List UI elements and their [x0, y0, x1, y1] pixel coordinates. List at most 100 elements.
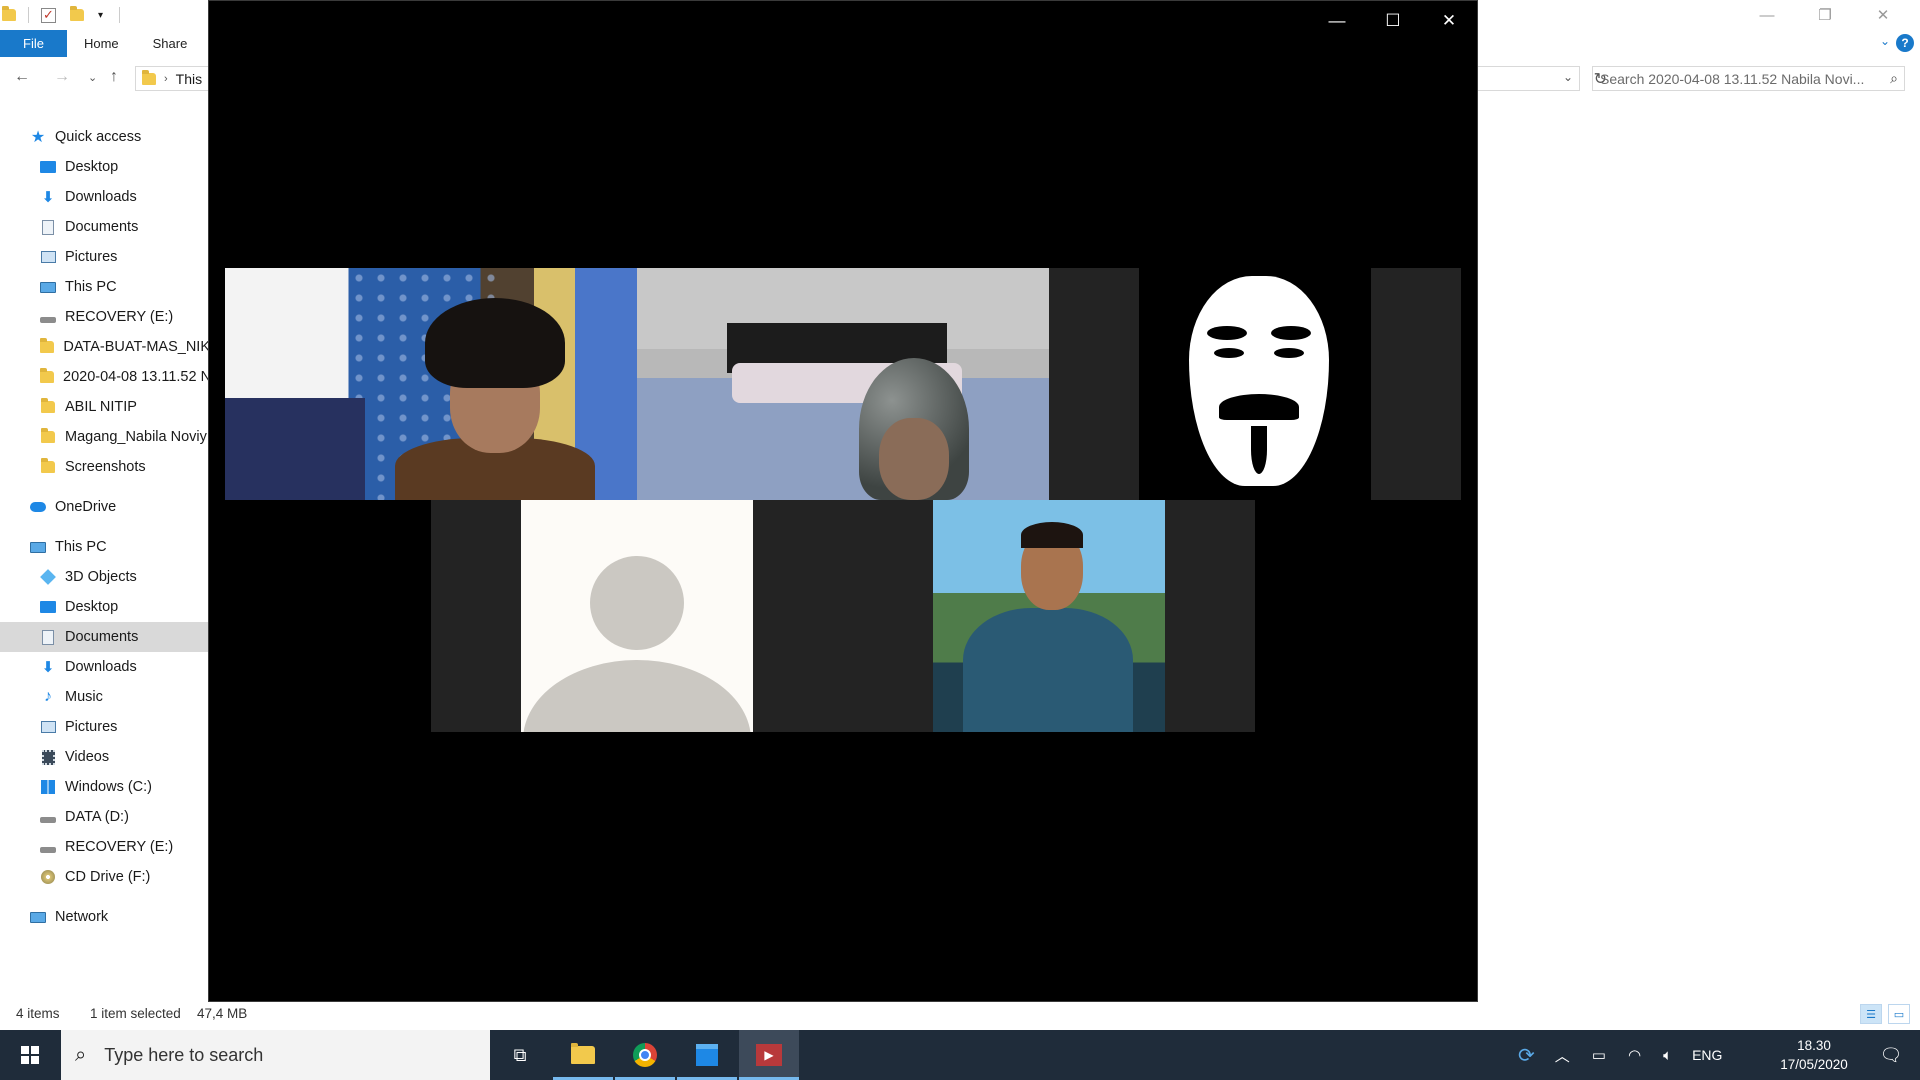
start-button[interactable]	[0, 1030, 60, 1080]
minimize-icon[interactable]: —	[1309, 1, 1365, 41]
video-tile-participant-2	[637, 268, 1049, 500]
sidebar-item-network[interactable]: Network	[0, 902, 210, 932]
sidebar-item-documents[interactable]: Documents	[0, 212, 210, 242]
sidebar-item-label: Screenshots	[65, 459, 146, 475]
sidebar-item-this-pc[interactable]: This PC	[0, 272, 210, 302]
task-view-icon[interactable]: ⧉	[490, 1030, 550, 1080]
sidebar-item-folder[interactable]: 2020-04-08 13.11.52 N	[0, 362, 211, 392]
language-indicator[interactable]: ENG	[1692, 1047, 1722, 1063]
sidebar-item-downloads[interactable]: ⬇ Downloads	[0, 182, 210, 212]
sidebar-item-data-d[interactable]: DATA (D:)	[0, 802, 210, 832]
large-icons-view-icon[interactable]: ▭	[1888, 1004, 1910, 1024]
sidebar-item-videos[interactable]: Videos	[0, 742, 210, 772]
drive-icon	[40, 310, 56, 324]
close-icon[interactable]: ✕	[1854, 0, 1912, 30]
sidebar-item-label: Documents	[65, 219, 139, 235]
battery-icon[interactable]: ▭	[1592, 1046, 1606, 1064]
chrome-taskbar-icon[interactable]	[615, 1030, 675, 1080]
tab-file[interactable]: File	[0, 30, 67, 57]
file-explorer-taskbar-icon[interactable]	[553, 1030, 613, 1080]
sidebar-item-music[interactable]: ♪ Music	[0, 682, 210, 712]
sidebar-item-folder[interactable]: Screenshots	[0, 452, 210, 482]
pictures-icon	[40, 720, 56, 734]
sidebar-item-label: Windows (C:)	[65, 779, 153, 795]
sidebar-item-cd-drive[interactable]: CD Drive (F:)	[0, 862, 210, 892]
guy-fawkes-mask-avatar	[1189, 276, 1329, 486]
clock-time: 18.30	[1797, 1038, 1831, 1053]
expand-ribbon-icon[interactable]: ⌄	[1880, 34, 1890, 48]
document-icon	[40, 629, 56, 645]
help-icon[interactable]: ?	[1896, 34, 1914, 52]
recent-locations-icon[interactable]: ⌄	[88, 71, 97, 84]
cloud-icon	[30, 500, 46, 514]
cube-icon	[40, 569, 56, 585]
pictures-icon	[40, 250, 56, 264]
update-warning-icon[interactable]: ⟳	[1518, 1043, 1535, 1068]
sidebar-item-folder[interactable]: ABIL NITIP	[0, 392, 210, 422]
breadcrumb[interactable]: This	[176, 71, 202, 87]
wifi-icon[interactable]: ◠	[1628, 1046, 1641, 1064]
sidebar-item-label: Pictures	[65, 719, 118, 735]
sidebar-item-this-pc[interactable]: This PC	[0, 532, 210, 562]
back-arrow-icon[interactable]: ←	[14, 68, 30, 86]
folder-icon	[40, 458, 56, 474]
volume-icon[interactable]: 🔈︎	[1663, 1047, 1672, 1064]
desktop-icon	[40, 600, 56, 614]
desktop-icon	[40, 160, 56, 174]
video-player-taskbar-icon[interactable]: ▶	[739, 1030, 799, 1080]
close-icon[interactable]: ✕	[1421, 1, 1477, 41]
sidebar-item-quick-access[interactable]: ★ Quick access	[0, 122, 210, 152]
restore-icon[interactable]: ❐	[1796, 0, 1854, 30]
sidebar-item-label: Videos	[65, 749, 110, 765]
taskbar-search-box[interactable]: ⌕ Type here to search	[61, 1030, 490, 1080]
status-bar: 4 items 1 item selected 47,4 MB ☰ ▭	[0, 1004, 1920, 1026]
sidebar-item-onedrive[interactable]: OneDrive	[0, 492, 210, 522]
chevron-right-icon: ›	[164, 72, 168, 85]
sidebar-item-desktop[interactable]: Desktop	[0, 592, 210, 622]
sidebar-item-label: DATA-BUAT-MAS_NIK	[63, 339, 210, 355]
search-input[interactable]: Search 2020-04-08 13.11.52 Nabila Novi..…	[1592, 66, 1905, 91]
minimize-icon[interactable]: —	[1738, 0, 1796, 30]
sidebar-item-label: RECOVERY (E:)	[65, 839, 174, 855]
calendar-app-taskbar-icon[interactable]	[677, 1030, 737, 1080]
sidebar-item-windows-c[interactable]: Windows (C:)	[0, 772, 210, 802]
sidebar-item-label: Quick access	[55, 129, 142, 145]
folder-icon	[2, 6, 16, 21]
sidebar-item-pictures[interactable]: Pictures	[0, 712, 210, 742]
video-icon	[40, 749, 56, 765]
sidebar-item-downloads[interactable]: ⬇ Downloads	[0, 652, 210, 682]
customize-qat-icon[interactable]: ▾	[98, 10, 103, 21]
maximize-icon[interactable]: ☐	[1365, 1, 1421, 41]
tab-home[interactable]: Home	[67, 30, 136, 57]
sidebar-item-3d-objects[interactable]: 3D Objects	[0, 562, 210, 592]
sidebar-item-label: Documents	[65, 629, 139, 645]
new-folder-icon[interactable]	[70, 6, 84, 21]
sidebar-item-label: Music	[65, 689, 103, 705]
sidebar-item-folder[interactable]: DATA-BUAT-MAS_NIK	[0, 332, 210, 362]
sidebar-item-label: This PC	[55, 539, 107, 555]
action-center-icon[interactable]: 🗨︎	[1862, 1030, 1920, 1080]
sidebar-item-folder[interactable]: Magang_Nabila Noviy	[0, 422, 210, 452]
video-tile-participant-5	[843, 500, 1255, 732]
up-arrow-icon[interactable]: ↑	[110, 68, 118, 86]
document-icon	[40, 219, 56, 235]
taskbar: ⌕ Type here to search ⧉ ▶ ⟳ ︿ ▭ ◠ 🔈︎ ENG…	[0, 1030, 1920, 1080]
sidebar-item-documents[interactable]: Documents	[0, 622, 210, 652]
show-hidden-icons-icon[interactable]: ︿	[1555, 1045, 1570, 1066]
sidebar-item-recovery-e[interactable]: RECOVERY (E:)	[0, 832, 210, 862]
sidebar-item-pictures[interactable]: Pictures	[0, 242, 210, 272]
sidebar-item-recovery[interactable]: RECOVERY (E:)	[0, 302, 210, 332]
properties-icon[interactable]: ✓	[41, 7, 56, 23]
tab-share[interactable]: Share	[136, 30, 205, 57]
forward-arrow-icon[interactable]: →	[54, 68, 70, 86]
default-avatar-icon	[521, 500, 753, 732]
details-view-icon[interactable]: ☰	[1860, 1004, 1882, 1024]
sidebar-item-label: Downloads	[65, 659, 137, 675]
selection-count: 1 item selected	[90, 1006, 181, 1021]
chevron-down-icon[interactable]: ⌄	[1563, 70, 1573, 84]
download-icon: ⬇	[41, 659, 55, 676]
sidebar-item-label: OneDrive	[55, 499, 117, 515]
clock[interactable]: 18.30 17/05/2020	[1769, 1036, 1859, 1074]
search-icon: ⌕	[75, 1043, 87, 1066]
sidebar-item-desktop[interactable]: Desktop	[0, 152, 210, 182]
